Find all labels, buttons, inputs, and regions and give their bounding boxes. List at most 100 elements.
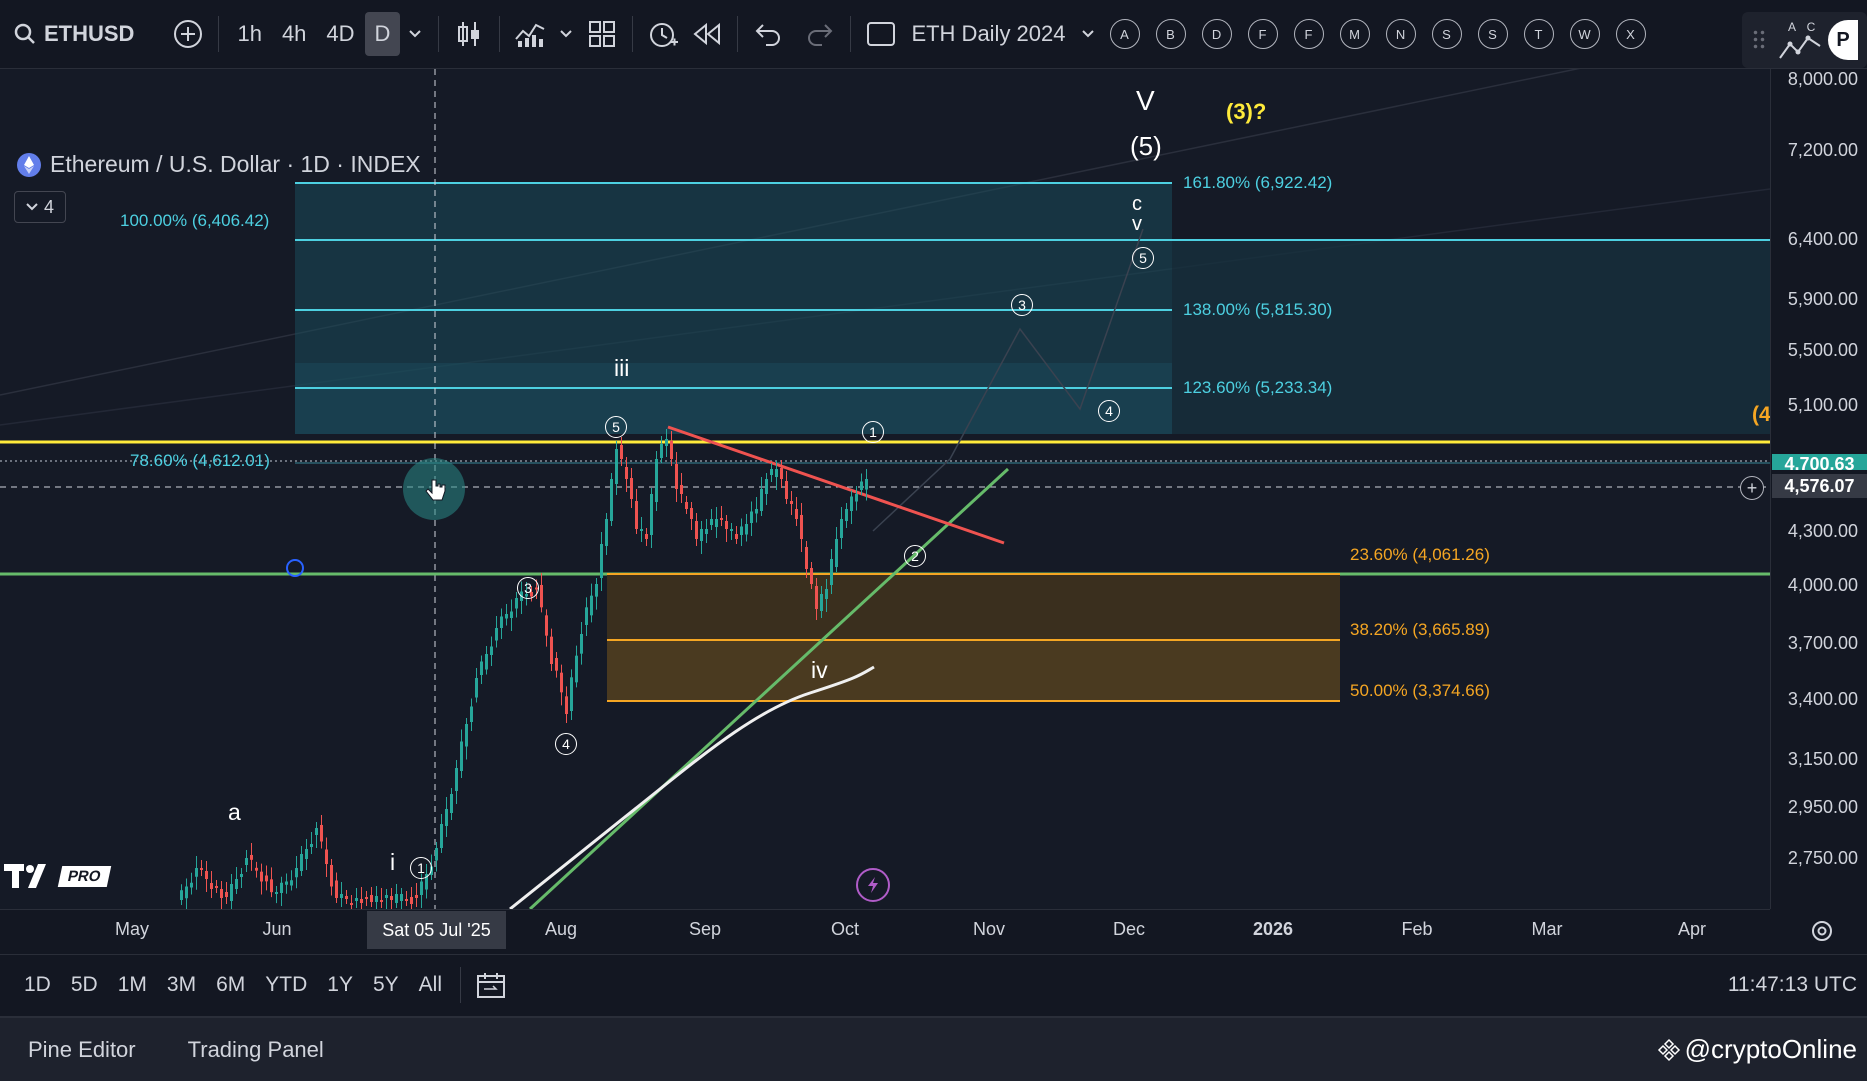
candle-body [480,661,483,675]
indicators-button[interactable] [508,12,552,56]
alpha-button-n[interactable]: N [1385,19,1416,49]
timeframe-d[interactable]: D [364,12,401,56]
candle-body [765,479,768,494]
candle-body [815,586,818,609]
timeframe-dropdown[interactable] [400,12,430,56]
indicators-dropdown[interactable] [552,12,580,56]
go-to-date-button[interactable] [469,963,513,1007]
alpha-button-d[interactable]: D [1201,19,1232,49]
candle-body [550,636,553,664]
candle-body [305,849,308,859]
period-1d[interactable]: 1D [14,973,61,997]
layout-grid-button[interactable] [580,12,624,56]
timeframe-4d[interactable]: 4D [316,12,364,56]
candle-body [565,696,568,714]
chart-drawing [0,69,1770,909]
search-icon [14,23,35,44]
candle-body [795,509,798,519]
candle-body [775,469,778,477]
add-alert-icon[interactable]: + [1740,476,1764,500]
period-5y[interactable]: 5Y [363,973,409,997]
alpha-button-s2[interactable]: S [1477,19,1508,49]
alpha-button-x[interactable]: X [1615,19,1646,49]
layout-dropdown[interactable] [1074,12,1102,56]
redo-button[interactable] [798,12,842,56]
indicators-collapse-button[interactable]: 4 [14,191,66,223]
timeframe-4h[interactable]: 4h [272,12,316,56]
undo-button[interactable] [746,12,790,56]
drawing-tool-button[interactable]: A C [1776,18,1824,62]
pine-editor-tab[interactable]: Pine Editor [0,1037,160,1063]
period-3m[interactable]: 3M [157,973,206,997]
wave-label-yellow-cut: (4 [1752,403,1771,426]
candle-body [830,559,833,585]
fib-label-236: 23.60% (4,061.26) [1350,545,1490,564]
candle-body [745,524,748,535]
candle-body [505,614,508,619]
alpha-button-m[interactable]: M [1339,19,1370,49]
alpha-button-w[interactable]: W [1569,19,1600,49]
overflow-panel: A C P [1742,12,1867,68]
candle-body [860,481,863,490]
fib-label-382: 38.20% (3,665.89) [1350,620,1490,639]
lightning-icon[interactable] [856,868,890,902]
candle-body [225,892,228,897]
candle-body [350,903,353,905]
candle-body [620,445,623,459]
replay-button[interactable] [685,12,729,56]
alpha-button-f2[interactable]: F [1293,19,1324,49]
drag-handle-icon[interactable] [1752,29,1766,51]
alert-button[interactable] [641,12,685,56]
profile-button[interactable]: P [1828,20,1858,60]
candle-body [250,855,253,860]
symbol-search-button[interactable]: ETHUSD [0,12,146,56]
red-trendline [667,425,1005,545]
period-all[interactable]: All [409,973,452,997]
period-1y[interactable]: 1Y [317,973,363,997]
chevron-down-icon [1081,30,1094,38]
candle-body [445,809,448,826]
fib-label-138: 138.00% (5,815.30) [1183,300,1333,319]
alpha-button-t[interactable]: T [1523,19,1554,49]
candle-body [490,646,493,655]
candle-body [190,882,193,888]
layout-square-button[interactable] [859,12,903,56]
compare-button[interactable] [166,12,210,56]
separator [218,16,220,52]
chevron-down-icon [409,30,422,38]
candle-body [465,724,468,747]
price-label: 4,000.00 [1787,575,1858,595]
candle-style-button[interactable] [447,12,491,56]
period-ytd[interactable]: YTD [255,973,317,997]
alpha-button-b[interactable]: B [1155,19,1186,49]
alpha-button-f1[interactable]: F [1247,19,1278,49]
period-6m[interactable]: 6M [206,973,255,997]
trading-panel-tab[interactable]: Trading Panel [160,1037,348,1063]
period-1m[interactable]: 1M [108,973,157,997]
layout-name-button[interactable]: ETH Daily 2024 [903,12,1073,56]
alpha-button-s1[interactable]: S [1431,19,1462,49]
clock-label[interactable]: 11:47:13 UTC [1728,973,1857,997]
chart-settings-button[interactable] [1808,917,1838,947]
candle-body [345,896,348,899]
candle-body [855,494,858,502]
calendar-icon [477,973,505,998]
candle-body [675,464,678,489]
candle-body [615,449,618,484]
plus-circle-icon [174,20,203,48]
chart-pane[interactable]: Ethereum / U.S. Dollar · 1D · INDEX 4 16… [0,69,1771,909]
candle-body [355,898,358,901]
candle-body [580,634,583,654]
candle-body [645,534,648,539]
candle-body [470,706,473,722]
candle-body [380,900,383,902]
symbol-label: ETHUSD [44,21,135,46]
period-5d[interactable]: 5D [61,973,108,997]
candle-body [730,529,733,531]
candle-body [420,881,423,895]
chart-legend[interactable]: Ethereum / U.S. Dollar · 1D · INDEX [16,151,421,178]
candle-body [600,544,603,578]
alpha-button-a[interactable]: A [1109,19,1140,49]
timeframe-1h[interactable]: 1h [227,12,271,56]
price-label: 2,750.00 [1787,848,1858,868]
